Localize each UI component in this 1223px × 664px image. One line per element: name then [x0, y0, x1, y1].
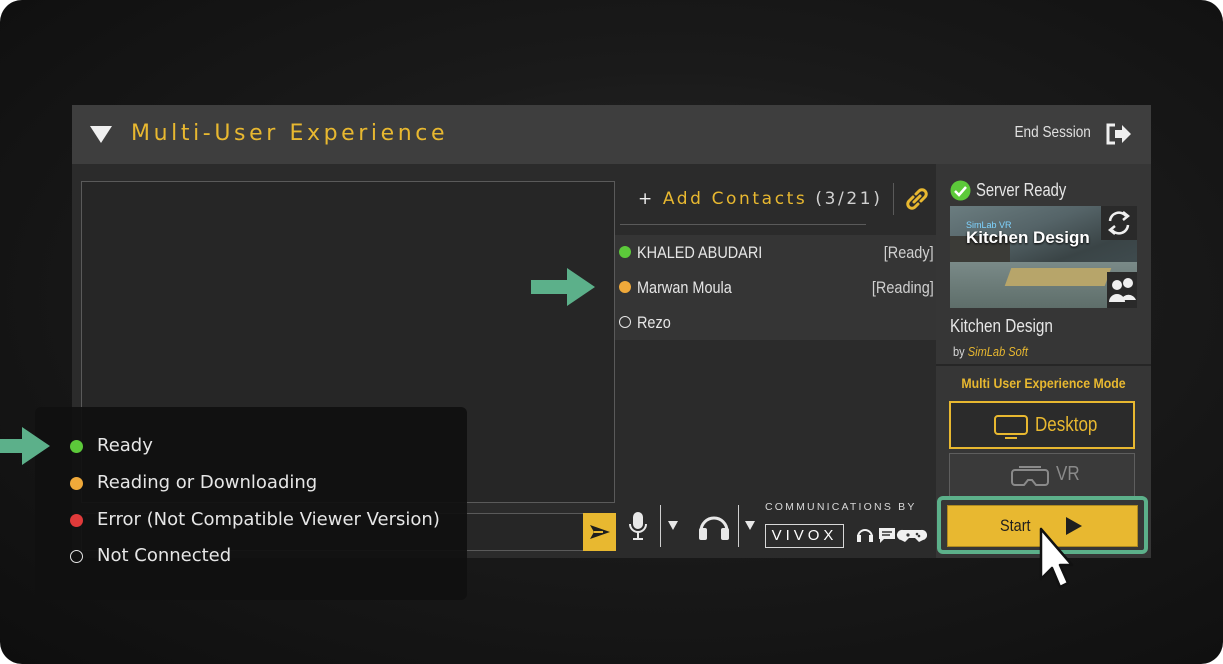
- desktop-label: Desktop: [1035, 414, 1098, 436]
- contact-name: Rezo: [637, 313, 671, 332]
- communications-by-label: COMMUNICATIONS BY: [765, 501, 917, 513]
- contact-status: [Reading]: [872, 278, 934, 297]
- desktop-mode-button[interactable]: Desktop: [949, 401, 1135, 449]
- panel-header: Multi-User Experience End Session: [72, 105, 1151, 164]
- divider: [660, 505, 661, 547]
- session-sidebar: Server Ready SimLab VR Kitchen Design Ki…: [936, 164, 1151, 558]
- legend-label: Ready: [97, 435, 153, 456]
- legend-dot: [70, 514, 83, 527]
- contact-row[interactable]: Marwan Moula [Reading]: [615, 271, 936, 305]
- end-session-button[interactable]: End Session: [1015, 124, 1091, 142]
- project-thumbnail[interactable]: SimLab VR Kitchen Design: [950, 206, 1137, 308]
- exit-icon[interactable]: [1105, 122, 1133, 146]
- screenshot-frame: Multi-User Experience End Session + Add C…: [0, 0, 1223, 664]
- chevron-down-icon[interactable]: [745, 521, 755, 530]
- plus-icon: +: [638, 189, 655, 209]
- microphone-icon[interactable]: [628, 510, 648, 542]
- divider: [936, 364, 1151, 366]
- by-label: by: [953, 344, 965, 359]
- legend-dot: [70, 477, 83, 490]
- vivox-logo: VIVOX: [765, 524, 844, 548]
- chevron-down-icon[interactable]: [668, 521, 678, 530]
- contacts-list: KHALED ABUDARI [Ready] Marwan Moula [Rea…: [615, 235, 936, 340]
- send-button[interactable]: [583, 513, 616, 551]
- divider: [620, 224, 866, 225]
- contact-name: Marwan Moula: [637, 278, 732, 297]
- thumbnail-island: [1004, 268, 1112, 286]
- mode-title: Multi User Experience Mode: [961, 375, 1126, 391]
- panel-title: Multi-User Experience: [131, 121, 449, 146]
- contact-status: [Ready]: [884, 243, 934, 262]
- project-author[interactable]: SimLab Soft: [968, 344, 1028, 359]
- contact-row[interactable]: Rezo: [615, 306, 936, 340]
- thumbnail-title: Kitchen Design: [966, 228, 1090, 247]
- headset-small-icon: [857, 529, 873, 542]
- headphones-icon[interactable]: [696, 511, 732, 541]
- link-icon[interactable]: [904, 185, 930, 213]
- send-icon: [590, 525, 610, 539]
- server-status: Server Ready: [976, 180, 1067, 200]
- contact-name: KHALED ABUDARI: [637, 243, 763, 262]
- status-legend: Ready Reading or Downloading Error (Not …: [35, 407, 467, 600]
- contact-row[interactable]: KHALED ABUDARI [Ready]: [615, 236, 936, 270]
- start-label: Start: [1000, 516, 1031, 535]
- status-dot: [619, 246, 631, 258]
- legend-label: Not Connected: [97, 545, 232, 566]
- legend-dot: [70, 550, 83, 563]
- vr-mode-button[interactable]: VR: [949, 453, 1135, 497]
- green-arrow-icon: [531, 268, 595, 306]
- status-dot: [619, 281, 631, 293]
- vr-label: VR: [1056, 463, 1080, 485]
- project-author-line: by SimLab Soft: [953, 344, 1028, 359]
- add-contacts-label: Add Contacts: [662, 189, 808, 209]
- status-dot: [619, 316, 631, 328]
- sync-icon[interactable]: [1101, 206, 1137, 240]
- collapse-triangle-icon[interactable]: [90, 126, 112, 143]
- vr-headset-icon: [1011, 466, 1049, 486]
- chat-small-icon: [879, 528, 895, 543]
- legend-label: Reading or Downloading: [97, 472, 318, 493]
- legend-label: Error (Not Compatible Viewer Version): [97, 509, 440, 530]
- divider: [738, 505, 739, 547]
- gamepad-small-icon: [896, 529, 927, 542]
- cursor-icon: [1039, 527, 1074, 589]
- vivox-icons: [857, 528, 927, 543]
- check-icon: [950, 180, 971, 201]
- project-name: Kitchen Design: [950, 316, 1053, 336]
- legend-dot: [70, 440, 83, 453]
- divider: [893, 183, 894, 215]
- contacts-count: (3/21): [815, 189, 883, 209]
- monitor-icon: [994, 415, 1028, 439]
- green-arrow-icon: [0, 427, 50, 465]
- users-icon[interactable]: [1107, 272, 1137, 308]
- add-contacts-button[interactable]: + Add Contacts (3/21): [638, 189, 882, 209]
